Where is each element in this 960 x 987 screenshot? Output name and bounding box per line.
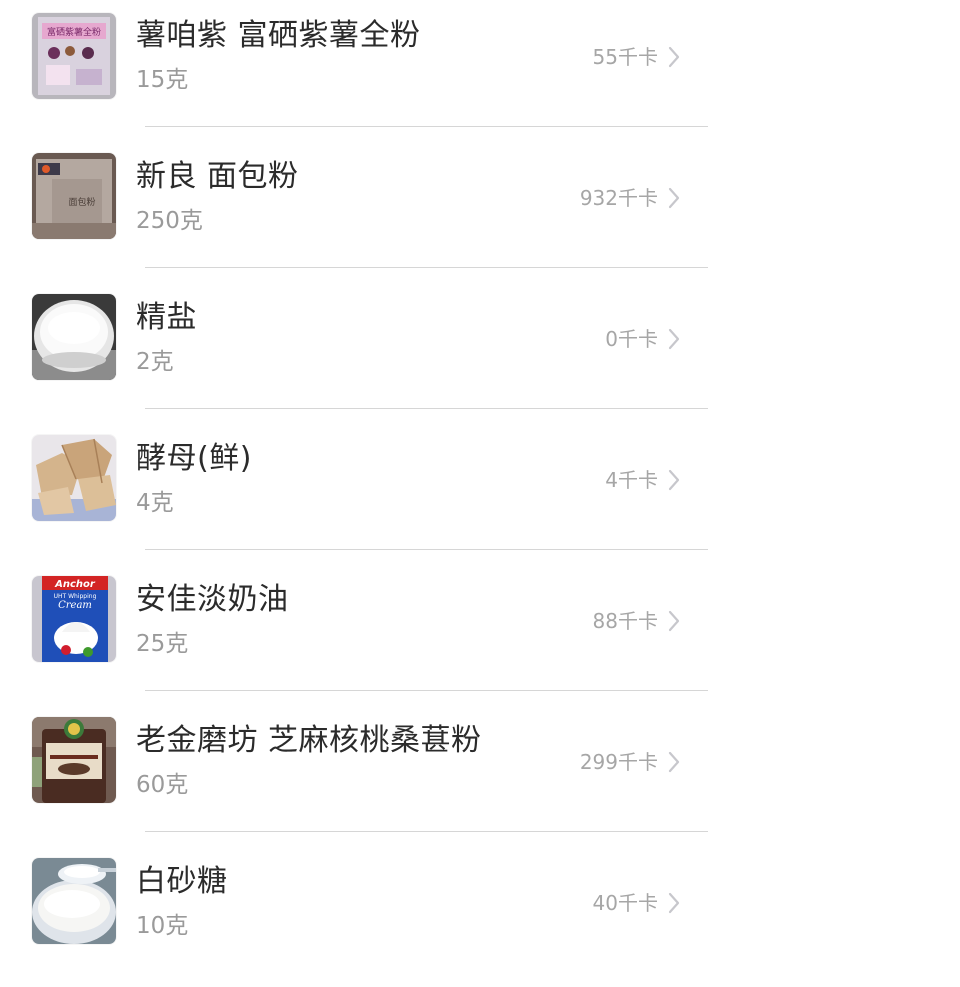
white-sugar-bowl-photo <box>32 858 116 944</box>
ingredient-amount: 60克 <box>136 772 189 798</box>
chevron-right-icon <box>668 610 680 632</box>
chevron-right-icon <box>668 469 680 491</box>
ingredient-name: 新良 面包粉 <box>136 159 299 194</box>
row-divider <box>145 831 708 832</box>
ingredient-name: 安佳淡奶油 <box>136 582 289 617</box>
ingredient-row[interactable]: Anchor UHT Whipping Cream 安佳淡奶油 25克 88千卡 <box>0 564 720 705</box>
ingredient-amount: 4克 <box>136 490 174 516</box>
ingredient-amount: 10克 <box>136 913 189 939</box>
ingredient-calories: 4千卡 <box>605 468 658 492</box>
chevron-right-icon <box>668 46 680 68</box>
row-divider <box>145 267 708 268</box>
thumb-label: 面包粉 <box>68 196 95 208</box>
ingredient-name: 老金磨坊 芝麻核桃桑葚粉 <box>136 723 482 758</box>
ingredient-amount: 25克 <box>136 631 189 657</box>
ingredient-calories: 299千卡 <box>579 750 658 774</box>
sesame-walnut-mulberry-powder-jar-photo <box>32 717 116 803</box>
fresh-yeast-photo <box>32 435 116 521</box>
whipping-cream-carton-photo: Anchor UHT Whipping Cream <box>32 576 116 662</box>
ingredient-name: 酵母(鲜) <box>136 441 252 476</box>
chevron-right-icon <box>668 892 680 914</box>
ingredient-name: 精盐 <box>136 300 197 335</box>
row-divider <box>145 126 708 127</box>
ingredient-row[interactable]: 面包粉 新良 面包粉 250克 932千卡 <box>0 141 720 282</box>
ingredient-calories: 88千卡 <box>592 609 658 633</box>
thumb-label: 富硒紫薯全粉 <box>47 26 101 38</box>
chevron-right-icon <box>668 751 680 773</box>
salt-bowl-photo <box>32 294 116 380</box>
ingredient-amount: 15克 <box>136 67 189 93</box>
ingredient-row[interactable]: 酵母(鲜) 4克 4千卡 <box>0 423 720 564</box>
thumb-label: Cream <box>58 600 92 611</box>
row-divider <box>145 690 708 691</box>
ingredient-row[interactable]: 白砂糖 10克 40千卡 <box>0 846 720 987</box>
purple-sweet-potato-powder-package-photo: 富硒紫薯全粉 <box>32 13 116 99</box>
ingredient-name: 薯咱紫 富硒紫薯全粉 <box>136 18 421 53</box>
chevron-right-icon <box>668 328 680 350</box>
row-divider <box>145 408 708 409</box>
row-divider <box>145 549 708 550</box>
ingredient-row[interactable]: 老金磨坊 芝麻核桃桑葚粉 60克 299千卡 <box>0 705 720 846</box>
thumb-label: Anchor <box>54 579 96 590</box>
thumb-label: UHT Whipping <box>54 593 97 600</box>
ingredient-row[interactable]: 富硒紫薯全粉 薯咱紫 富硒紫薯全粉 15克 55千卡 <box>0 0 720 141</box>
ingredient-list: 富硒紫薯全粉 薯咱紫 富硒紫薯全粉 15克 55千卡 面包粉 新良 面包粉 25… <box>0 0 960 960</box>
ingredient-calories: 40千卡 <box>592 891 658 915</box>
bread-flour-bag-photo: 面包粉 <box>32 153 116 239</box>
ingredient-calories: 0千卡 <box>605 327 658 351</box>
ingredient-calories: 55千卡 <box>592 45 658 69</box>
ingredient-amount: 2克 <box>136 349 174 375</box>
ingredient-calories: 932千卡 <box>579 186 658 210</box>
ingredient-row[interactable]: 精盐 2克 0千卡 <box>0 282 720 423</box>
ingredient-amount: 250克 <box>136 208 203 234</box>
chevron-right-icon <box>668 187 680 209</box>
ingredient-name: 白砂糖 <box>136 864 228 899</box>
